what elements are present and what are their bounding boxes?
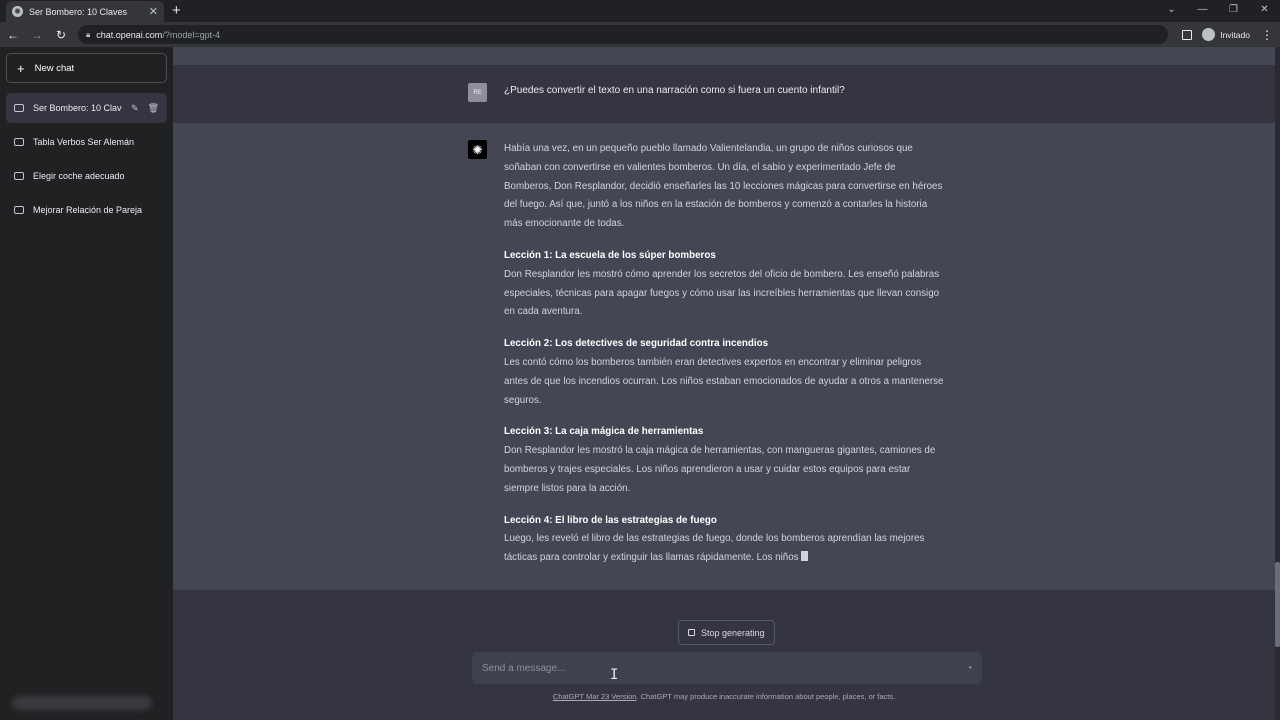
message-input-container[interactable]: ● bbox=[472, 652, 982, 684]
close-tab-icon[interactable]: ✕ bbox=[149, 5, 158, 18]
conversation-item-tabla-verbos[interactable]: Tabla Verbos Ser Alemán bbox=[6, 127, 167, 157]
mouse-text-cursor-icon: I bbox=[610, 667, 619, 683]
assistant-message-body: Había una vez, en un pequeño pueblo llam… bbox=[504, 140, 944, 581]
conversation-item-ser-bombero[interactable]: Ser Bombero: 10 Claves ✎ 🗑︎ bbox=[6, 93, 167, 123]
forward-arrow-icon[interactable]: → bbox=[30, 28, 44, 42]
trash-icon[interactable]: 🗑︎ bbox=[148, 103, 159, 114]
new-tab-button[interactable]: + bbox=[172, 2, 181, 19]
scrollbar[interactable] bbox=[1275, 47, 1280, 720]
lesson-1: Lección 1: La escuela de los súper bombe… bbox=[504, 247, 944, 322]
chat-bubble-icon bbox=[14, 206, 24, 214]
lock-icon[interactable]: 🔒︎ bbox=[86, 30, 90, 40]
back-arrow-icon[interactable]: ← bbox=[6, 28, 20, 42]
user-message-text: ¿Puedes convertir el texto en una narrac… bbox=[504, 85, 845, 96]
openai-favicon-icon: ✺ bbox=[12, 6, 23, 17]
assistant-intro: Había una vez, en un pequeño pueblo llam… bbox=[504, 143, 943, 230]
edit-icon[interactable]: ✎ bbox=[131, 103, 139, 114]
window-controls: ⌄ — ❐ ✕ bbox=[1156, 0, 1280, 22]
profile-avatar-icon bbox=[1202, 28, 1216, 41]
lesson-title: Lección 1: La escuela de los súper bombe… bbox=[504, 249, 716, 261]
browser-tab-bar: ✺ Ser Bombero: 10 Claves ✕ + ⌄ — ❐ ✕ bbox=[0, 0, 1280, 22]
conversation-item-mejorar-relacion[interactable]: Mejorar Relación de Pareja bbox=[6, 195, 167, 225]
lesson-text: Don Resplandor les mostró cómo aprender … bbox=[504, 268, 940, 318]
disclaimer-text: . ChatGPT may produce inaccurate informa… bbox=[636, 692, 896, 701]
reload-icon[interactable]: ↻ bbox=[54, 28, 68, 42]
lesson-title: Lección 4: El libro de las estrategias d… bbox=[504, 514, 717, 526]
lesson-text: Les contó cómo los bomberos también eran… bbox=[504, 356, 944, 406]
conversation-label: Tabla Verbos Ser Alemán bbox=[33, 137, 135, 147]
plus-icon: + bbox=[17, 60, 25, 76]
lesson-title: Lección 2: Los detectives de seguridad c… bbox=[504, 338, 769, 350]
conversation-item-elegir-coche[interactable]: Elegir coche adecuado bbox=[6, 161, 167, 191]
stop-generating-button[interactable]: Stop generating bbox=[678, 620, 775, 645]
tab-title: Ser Bombero: 10 Claves bbox=[29, 6, 128, 17]
assistant-message: ✺ Había una vez, en un pequeño pueblo ll… bbox=[173, 123, 1275, 590]
browser-tab[interactable]: ✺ Ser Bombero: 10 Claves ✕ bbox=[6, 1, 164, 22]
send-icon[interactable]: ● bbox=[968, 665, 972, 671]
lesson-2: Lección 2: Los detectives de seguridad c… bbox=[504, 335, 944, 410]
new-chat-button[interactable]: + New chat bbox=[6, 53, 167, 83]
previous-message-edge bbox=[173, 47, 1275, 65]
lesson-text: Luego, les reveló el libro de las estrat… bbox=[504, 533, 925, 564]
tab-search-icon[interactable]: ⌄ bbox=[1156, 0, 1187, 22]
more-menu-icon[interactable]: ⋮ bbox=[1260, 28, 1274, 42]
conversation-label: Mejorar Relación de Pareja bbox=[33, 205, 143, 215]
openai-logo-icon: ✺ bbox=[468, 140, 487, 159]
chat-main: RE ¿Puedes convertir el texto en una nar… bbox=[173, 47, 1275, 720]
stop-generating-label: Stop generating bbox=[701, 627, 765, 638]
version-link[interactable]: ChatGPT Mar 23 Version bbox=[553, 692, 637, 701]
new-chat-label: New chat bbox=[34, 62, 75, 74]
restore-icon[interactable]: ❐ bbox=[1218, 0, 1249, 22]
profile-button[interactable]: Invitado bbox=[1202, 28, 1250, 41]
account-menu-blurred[interactable] bbox=[12, 696, 152, 710]
browser-toolbar: ← → ↻ 🔒︎ chat.openai.com/?model=gpt-4 In… bbox=[0, 22, 1280, 47]
user-message: RE ¿Puedes convertir el texto en una nar… bbox=[173, 65, 1275, 123]
minimize-icon[interactable]: — bbox=[1187, 0, 1218, 22]
url-path: /?model=gpt-4 bbox=[162, 29, 221, 40]
url-host: chat.openai.com bbox=[96, 29, 163, 40]
message-input[interactable] bbox=[482, 662, 969, 674]
sidebar: + New chat Ser Bombero: 10 Claves ✎ 🗑︎ T… bbox=[0, 47, 173, 720]
lesson-4: Lección 4: El libro de las estrategias d… bbox=[504, 512, 944, 568]
lesson-text: Don Resplandor les mostró la caja mágica… bbox=[504, 445, 936, 494]
address-bar[interactable]: 🔒︎ chat.openai.com/?model=gpt-4 bbox=[78, 25, 1169, 44]
chat-bubble-icon bbox=[14, 172, 24, 180]
footer-disclaimer: ChatGPT Mar 23 Version. ChatGPT may prod… bbox=[173, 692, 1275, 701]
profile-label: Invitado bbox=[1220, 29, 1250, 40]
conversation-label: Elegir coche adecuado bbox=[33, 171, 125, 181]
scrollbar-thumb[interactable] bbox=[1275, 562, 1280, 647]
typing-cursor bbox=[800, 551, 808, 562]
chat-bubble-icon bbox=[14, 138, 24, 146]
lesson-3: Lección 3: La caja mágica de herramienta… bbox=[504, 423, 944, 498]
stop-icon bbox=[688, 629, 695, 636]
chat-bubble-icon bbox=[14, 104, 24, 112]
close-window-icon[interactable]: ✕ bbox=[1249, 0, 1280, 22]
user-avatar: RE bbox=[468, 83, 487, 102]
side-panel-icon[interactable] bbox=[1182, 29, 1193, 40]
conversation-label: Ser Bombero: 10 Claves bbox=[33, 103, 123, 113]
lesson-title: Lección 3: La caja mágica de herramienta… bbox=[504, 426, 704, 438]
